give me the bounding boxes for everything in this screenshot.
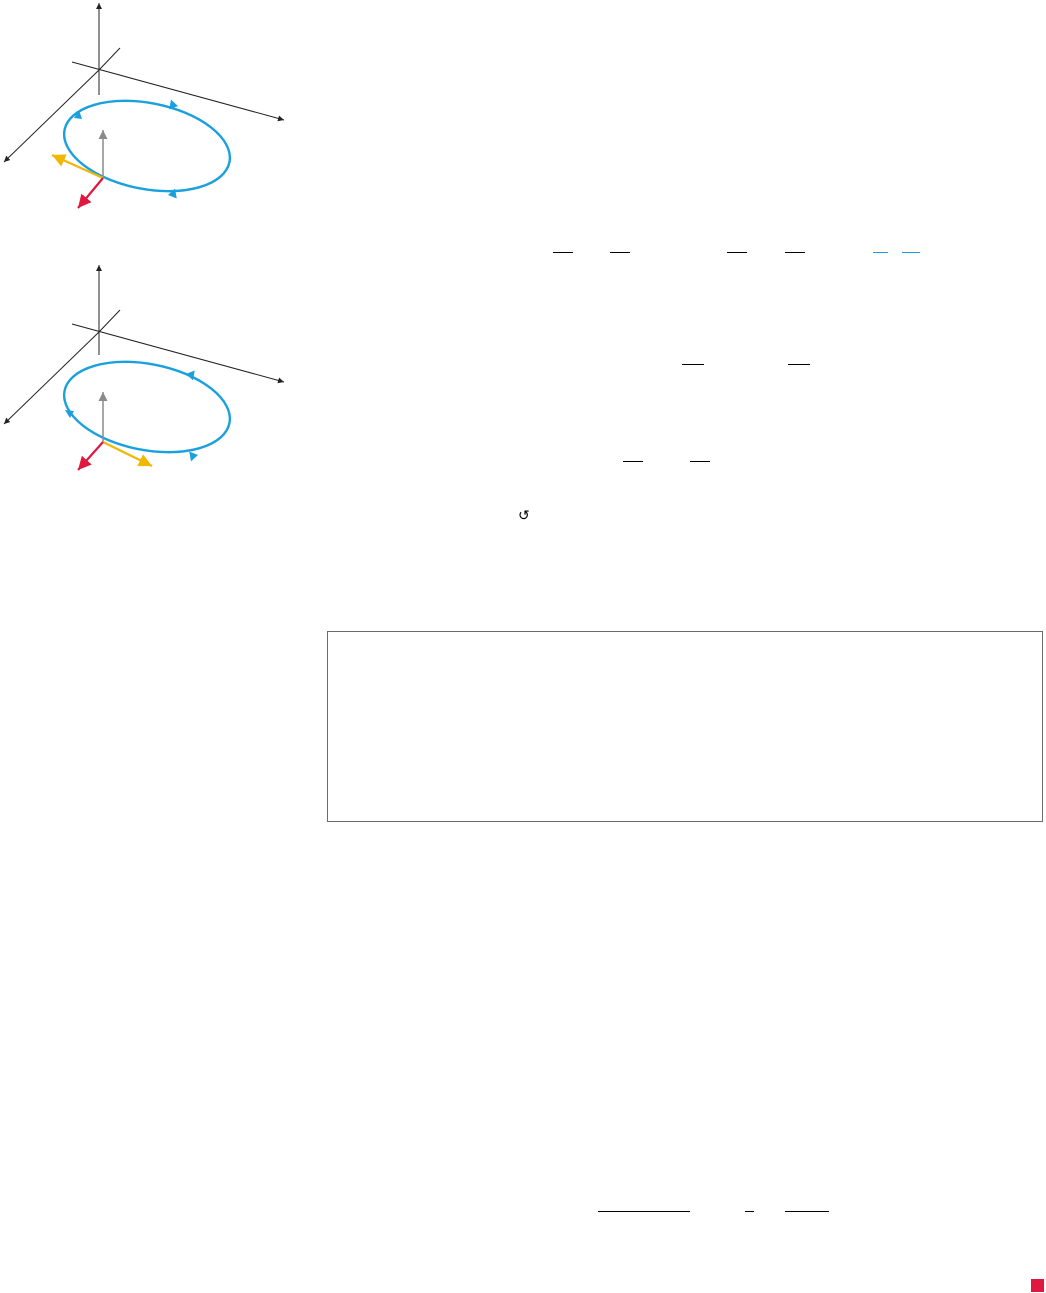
normal-vector [77, 441, 104, 471]
fraction-bar-highlight [873, 252, 888, 253]
oriented-curve [62, 99, 232, 193]
y-axis [71, 323, 285, 384]
fraction-bar [610, 252, 630, 253]
y-axis [71, 61, 285, 122]
fraction-bar [682, 364, 704, 365]
fraction-bar [785, 252, 805, 253]
fraction-bar [745, 1211, 754, 1212]
orientation-symbol: ↺ [518, 508, 530, 524]
fraction-bar [623, 461, 643, 462]
end-of-section-marker [1031, 1279, 1044, 1292]
fraction-bar [690, 461, 710, 462]
fraction-bar [788, 364, 810, 365]
fraction-bar [727, 252, 747, 253]
x-axis [3, 331, 100, 425]
fraction-bar-highlight [902, 252, 920, 253]
theorem-box [327, 631, 1043, 822]
fraction-bar [553, 252, 573, 253]
figure-orientation-a [3, 3, 285, 209]
oriented-curve [62, 360, 232, 454]
fraction-bar [598, 1211, 690, 1212]
axis-tick [98, 47, 121, 71]
axis-tick [98, 309, 121, 333]
x-axis [3, 69, 100, 163]
figure-orientation-b [3, 265, 285, 471]
fraction-bar [785, 1211, 829, 1212]
normal-vector [77, 177, 104, 209]
coordinate-axes [3, 265, 285, 425]
coordinate-axes [3, 3, 285, 163]
